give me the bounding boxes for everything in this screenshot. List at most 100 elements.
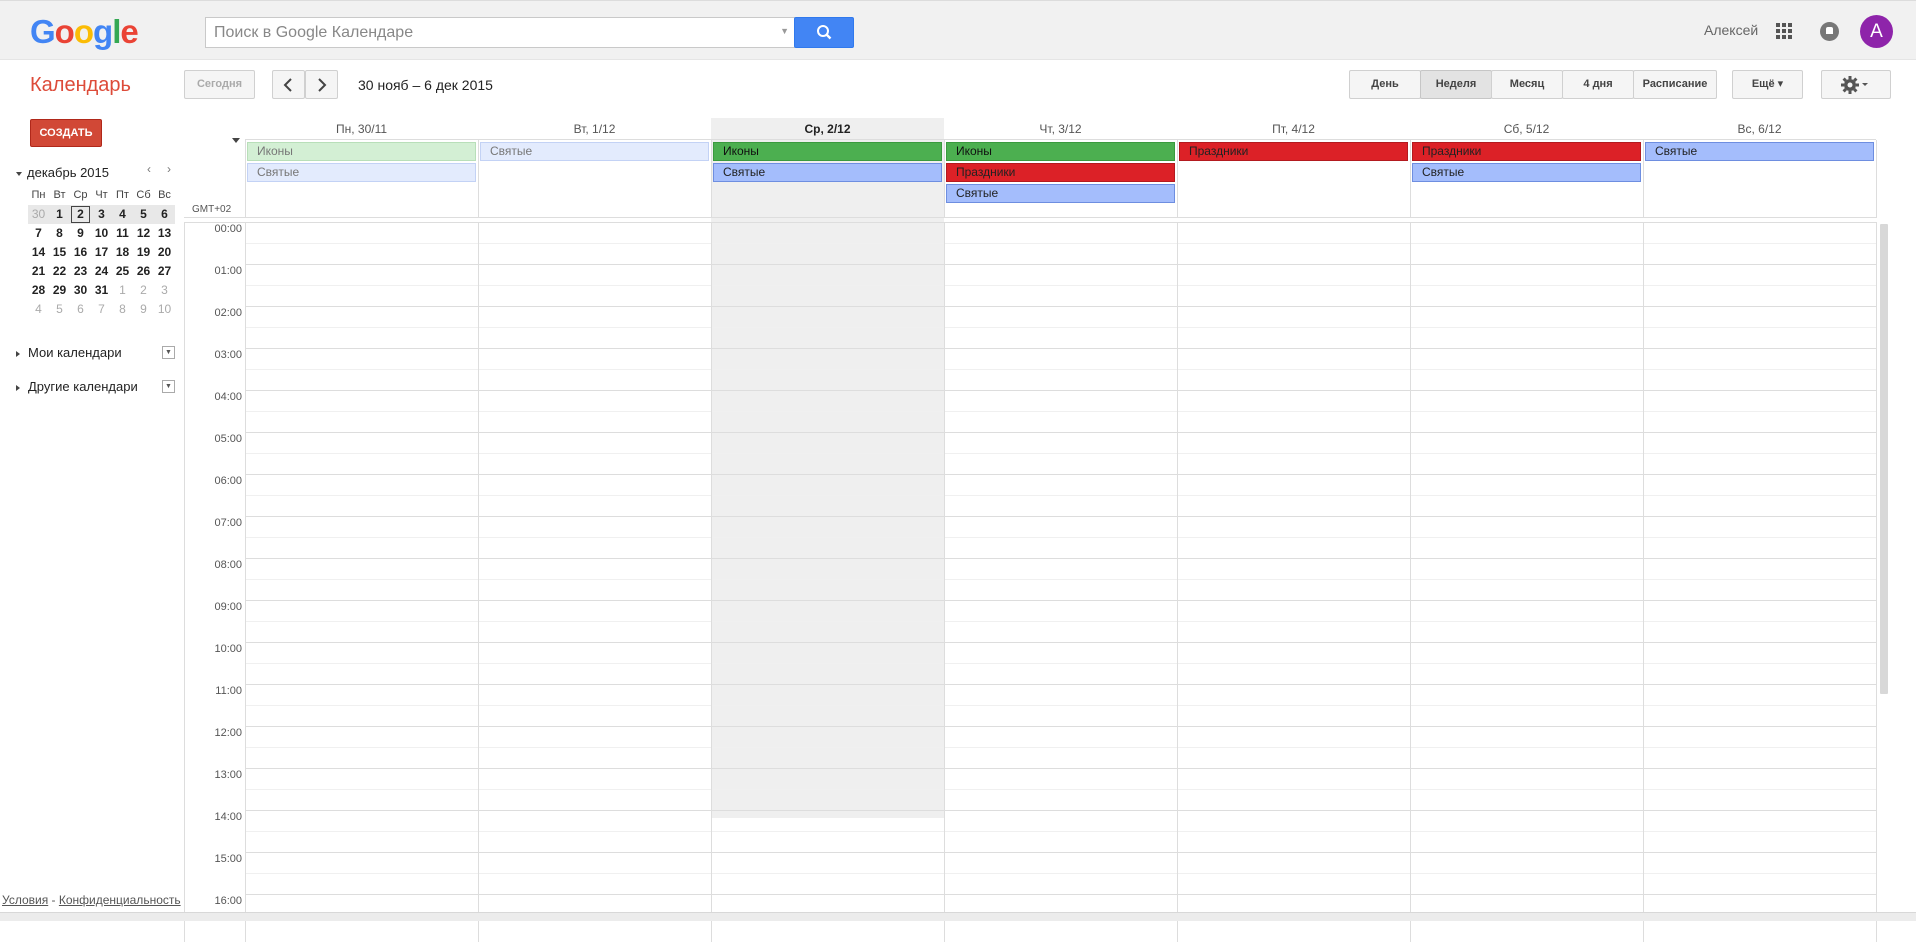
day-header[interactable]: Вт, 1/12: [478, 118, 711, 140]
mini-day[interactable]: 25: [112, 262, 133, 281]
mini-day[interactable]: 14: [28, 243, 49, 262]
day-header[interactable]: Пн, 30/11: [245, 118, 478, 140]
expand-triangle-icon: [16, 384, 20, 391]
allday-event[interactable]: Святые: [1645, 142, 1874, 161]
view-agenda-button[interactable]: Расписание: [1633, 70, 1717, 99]
mini-day[interactable]: 23: [70, 262, 91, 281]
collapse-allday-icon[interactable]: [232, 138, 242, 144]
mini-day[interactable]: 6: [70, 300, 91, 319]
search-input[interactable]: Поиск в Google Календаре ▼: [205, 17, 795, 48]
mini-day[interactable]: 30: [28, 205, 49, 224]
allday-event[interactable]: Иконы: [247, 142, 476, 161]
mini-day[interactable]: 7: [91, 300, 112, 319]
allday-event[interactable]: Иконы: [946, 142, 1175, 161]
settings-button[interactable]: [1821, 70, 1891, 99]
time-column-divider: [245, 222, 246, 942]
allday-event[interactable]: Праздники: [1179, 142, 1408, 161]
view-month-button[interactable]: Месяц: [1491, 70, 1563, 99]
terms-link[interactable]: Условия: [2, 893, 48, 907]
scrollbar[interactable]: [1880, 224, 1888, 694]
other-calendars-menu-icon[interactable]: ▼: [162, 380, 175, 393]
mini-day[interactable]: 12: [133, 224, 154, 243]
day-header[interactable]: Пт, 4/12: [1177, 118, 1410, 140]
mini-prev-month-icon[interactable]: ‹: [147, 162, 151, 176]
mini-day[interactable]: 5: [133, 205, 154, 224]
time-column-divider: [1876, 222, 1877, 942]
my-calendars-menu-icon[interactable]: ▼: [162, 346, 175, 359]
app-title[interactable]: Календарь: [30, 74, 131, 97]
user-name[interactable]: Алексей: [1704, 22, 1758, 38]
mini-day[interactable]: 15: [49, 243, 70, 262]
mini-day[interactable]: 26: [133, 262, 154, 281]
today-button[interactable]: Сегодня: [184, 70, 255, 99]
mini-day[interactable]: 3: [91, 205, 112, 224]
mini-day[interactable]: 28: [28, 281, 49, 300]
view-4days-button[interactable]: 4 дня: [1562, 70, 1634, 99]
day-header[interactable]: Сб, 5/12: [1410, 118, 1643, 140]
other-calendars-toggle[interactable]: Другие календари: [16, 379, 138, 394]
mini-day[interactable]: 13: [154, 224, 175, 243]
more-button[interactable]: Ещё ▾: [1732, 70, 1803, 99]
allday-event[interactable]: Праздники: [946, 163, 1175, 182]
mini-day[interactable]: 3: [154, 281, 175, 300]
allday-event[interactable]: Святые: [946, 184, 1175, 203]
mini-day[interactable]: 2: [70, 205, 91, 224]
day-header[interactable]: Вс, 6/12: [1643, 118, 1876, 140]
mini-day[interactable]: 10: [91, 224, 112, 243]
google-logo[interactable]: Google: [30, 14, 139, 50]
allday-column-divider: [1643, 140, 1644, 218]
allday-event[interactable]: Святые: [480, 142, 709, 161]
mini-day[interactable]: 31: [91, 281, 112, 300]
mini-day[interactable]: 16: [70, 243, 91, 262]
mini-weekday: Сб: [136, 189, 151, 201]
half-hour-line: [245, 537, 1876, 538]
view-week-button[interactable]: Неделя: [1420, 70, 1492, 99]
allday-event[interactable]: Святые: [1412, 163, 1641, 182]
mini-day[interactable]: 5: [49, 300, 70, 319]
mini-day[interactable]: 10: [154, 300, 175, 319]
mini-day[interactable]: 4: [28, 300, 49, 319]
mini-day[interactable]: 9: [133, 300, 154, 319]
search-button[interactable]: [794, 17, 854, 48]
mini-day[interactable]: 4: [112, 205, 133, 224]
mini-day[interactable]: 7: [28, 224, 49, 243]
mini-day[interactable]: 29: [49, 281, 70, 300]
mini-day[interactable]: 19: [133, 243, 154, 262]
mini-next-month-icon[interactable]: ›: [167, 162, 171, 176]
search-options-icon[interactable]: ▼: [780, 26, 789, 36]
mini-day[interactable]: 1: [49, 205, 70, 224]
allday-event[interactable]: Праздники: [1412, 142, 1641, 161]
mini-day[interactable]: 18: [112, 243, 133, 262]
mini-day[interactable]: 24: [91, 262, 112, 281]
my-calendars-toggle[interactable]: Мои календари: [16, 345, 122, 360]
notifications-bell-icon[interactable]: [1820, 22, 1839, 41]
mini-day[interactable]: 8: [49, 224, 70, 243]
day-header[interactable]: Ср, 2/12: [711, 118, 944, 140]
mini-day[interactable]: 9: [70, 224, 91, 243]
mini-calendar-header[interactable]: декабрь 2015: [16, 165, 109, 180]
apps-grid-icon[interactable]: [1776, 23, 1793, 40]
allday-event[interactable]: Иконы: [713, 142, 942, 161]
mini-day[interactable]: 22: [49, 262, 70, 281]
next-week-button[interactable]: [305, 70, 338, 99]
mini-day[interactable]: 6: [154, 205, 175, 224]
mini-day[interactable]: 30: [70, 281, 91, 300]
avatar[interactable]: A: [1860, 15, 1893, 48]
mini-day[interactable]: 20: [154, 243, 175, 262]
mini-day[interactable]: 2: [133, 281, 154, 300]
prev-week-button[interactable]: [272, 70, 305, 99]
mini-day[interactable]: 21: [28, 262, 49, 281]
timezone-label: GMT+02: [192, 204, 232, 215]
view-day-button[interactable]: День: [1349, 70, 1421, 99]
mini-day[interactable]: 11: [112, 224, 133, 243]
hour-label: 13:00: [214, 769, 242, 781]
day-header[interactable]: Чт, 3/12: [944, 118, 1177, 140]
allday-event[interactable]: Святые: [713, 163, 942, 182]
mini-day[interactable]: 17: [91, 243, 112, 262]
privacy-link[interactable]: Конфиденциальность: [59, 893, 181, 907]
mini-day[interactable]: 27: [154, 262, 175, 281]
mini-day[interactable]: 1: [112, 281, 133, 300]
mini-day[interactable]: 8: [112, 300, 133, 319]
create-event-button[interactable]: СОЗДАТЬ: [30, 119, 102, 147]
allday-event[interactable]: Святые: [247, 163, 476, 182]
